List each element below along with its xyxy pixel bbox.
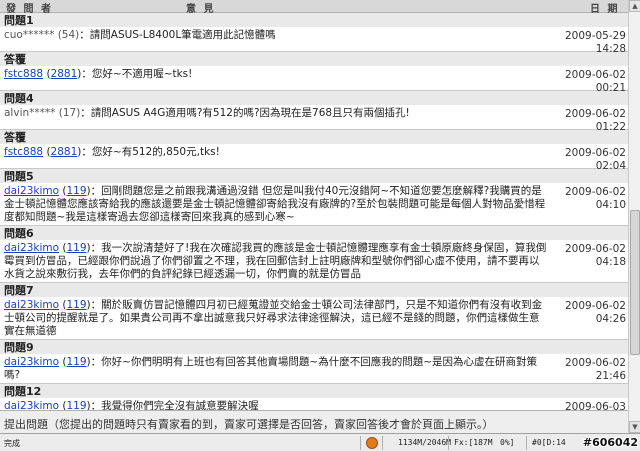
entry-heading: 問題5 [0, 169, 628, 183]
entry-rating-count: (54) [57, 29, 80, 41]
table-header: 發 問 者 意 見 日 期 [0, 0, 628, 15]
entry-heading: 答覆 [0, 52, 628, 66]
entry-body: dai23kimo (119)：回剛問題您是之前跟我溝通過沒錯 但您是叫我付40… [0, 183, 628, 225]
entry-user[interactable]: fstc888 [4, 68, 43, 80]
entry-time: 04:10 [595, 199, 626, 211]
ask-question-bar[interactable]: 提出問題（您提出的問題時只有賣家看的到，賣家可選擇是否回答，賣家回答後才會於頁面… [0, 410, 628, 433]
entry-date: 2009-06-02 [564, 357, 626, 369]
entry-time: 04:18 [595, 256, 626, 268]
entry-datetime: 2009-06-02 21:46 [565, 357, 626, 383]
entry-rating-count[interactable]: 119 [66, 356, 86, 368]
entry-text-wrap: dai23kimo (119)：關於販賣仿冒記憶體四月初已經蒐證並交給金士頓公司… [4, 299, 543, 337]
vertical-scrollbar[interactable]: ▲ ▼ [628, 0, 640, 433]
entry-rating-count[interactable]: 119 [66, 299, 86, 311]
entry-time: 21:46 [595, 370, 626, 382]
entry-user[interactable]: dai23kimo [4, 356, 59, 368]
ask-question-text[interactable]: 提出問題（您提出的問題時只有賣家看的到，賣家可選擇是否回答，賣家回答後才會於頁面… [4, 418, 494, 431]
entry-text-wrap: fstc888 (2881)：您好~有512的,850元,tks! [4, 146, 220, 158]
qa-entry: 問題4 alvin***** (17)：請問ASUS A4G適用嗎?有512的嗎?… [0, 91, 628, 133]
scroll-thumb[interactable] [630, 210, 640, 355]
entry-heading: 答覆 [0, 130, 628, 144]
watermark-id: #606042 [582, 436, 638, 449]
entry-datetime: 2009-06-02 04:10 [565, 186, 626, 212]
entry-date: 2009-06-02 [564, 69, 626, 81]
entry-body: dai23kimo (119)：你好~你們明明有上班也有回答其他賣場問題~為什麼… [0, 354, 628, 383]
qa-entry: 問題6 dai23kimo (119)：我一次說清楚好了!我在次確認我買的應該是金… [0, 226, 628, 283]
entry-heading: 問題4 [0, 91, 628, 105]
entry-body: fstc888 (2881)：您好~有512的,850元,tks! 2009-06… [0, 144, 628, 172]
scroll-down-arrow-icon[interactable]: ▼ [629, 421, 640, 433]
qa-entry: 問題1 cuo****** (54)：請問ASUS-L8400L筆電適用此記憶體嗎… [0, 13, 628, 55]
entry-user: alvin***** [4, 107, 56, 119]
entry-text-wrap: dai23kimo (119)：回剛問題您是之前跟我溝通過沒錯 但您是叫我付40… [4, 185, 546, 223]
entry-body: alvin***** (17)：請問ASUS A4G適用嗎?有512的嗎?因為現… [0, 105, 628, 133]
scroll-up-arrow-icon[interactable]: ▲ [629, 0, 640, 12]
qa-page: 發 問 者 意 見 日 期 問題1 cuo****** (54)：請問ASUS-L… [0, 0, 628, 433]
entry-heading: 問題1 [0, 13, 628, 27]
entry-user[interactable]: dai23kimo [4, 242, 59, 254]
status-pct: 0%] [500, 438, 515, 447]
entry-user: cuo****** [4, 29, 55, 41]
entry-message: ：您好~有512的,850元,tks! [81, 146, 220, 158]
status-memory: 1134M/2046M [398, 438, 451, 447]
entry-date: 2009-05-29 [564, 30, 626, 42]
qa-list: 問題1 cuo****** (54)：請問ASUS-L8400L筆電適用此記憶體嗎… [0, 13, 628, 426]
entry-message: ：請問ASUS A4G適用嗎?有512的嗎?因為現在是768且只有兩個插孔! [80, 107, 410, 119]
entry-date: 2009-06-02 [564, 147, 626, 159]
status-bar: 完成 1134M/2046M Fx:[187M 0%] #0[D:14 #606… [0, 433, 640, 451]
entry-text-wrap: dai23kimo (119)：我一次說清楚好了!我在次確認我買的應該是金士頓記… [4, 242, 547, 280]
entry-datetime: 2009-06-02 04:26 [565, 300, 626, 326]
entry-rating-count[interactable]: 2881 [51, 68, 78, 80]
qa-entry: 問題5 dai23kimo (119)：回剛問題您是之前跟我溝通過沒錯 但您是叫我… [0, 169, 628, 226]
entry-text-wrap: fstc888 (2881)：您好~不適用喔~tks! [4, 68, 193, 80]
qa-entry: 答覆 fstc888 (2881)：您好~有512的,850元,tks! 2009-… [0, 130, 628, 172]
entry-text-wrap: dai23kimo (119)：你好~你們明明有上班也有回答其他賣場問題~為什麼… [4, 356, 538, 381]
entry-text-wrap: alvin***** (17)：請問ASUS A4G適用嗎?有512的嗎?因為現… [4, 107, 549, 120]
firefox-icon[interactable] [366, 437, 378, 449]
entry-message: ：請問ASUS-L8400L筆電適用此記憶體嗎 [79, 29, 276, 41]
entry-user[interactable]: fstc888 [4, 146, 43, 158]
status-fx: Fx:[187M [454, 438, 493, 447]
entry-heading: 問題7 [0, 283, 628, 297]
qa-entry: 問題7 dai23kimo (119)：關於販賣仿冒記憶體四月初已經蒐證並交給金士… [0, 283, 628, 340]
entry-rating-count[interactable]: 119 [66, 185, 86, 197]
entry-rating-count[interactable]: 119 [66, 242, 86, 254]
entry-time: 04:26 [595, 313, 626, 325]
entry-body: dai23kimo (119)：關於販賣仿冒記憶體四月初已經蒐證並交給金士頓公司… [0, 297, 628, 339]
entry-text-wrap: cuo****** (54)：請問ASUS-L8400L筆電適用此記憶體嗎 [4, 29, 549, 42]
entry-heading: 問題9 [0, 340, 628, 354]
entry-body: cuo****** (54)：請問ASUS-L8400L筆電適用此記憶體嗎 200… [0, 27, 628, 55]
entry-body: dai23kimo (119)：我一次說清楚好了!我在次確認我買的應該是金士頓記… [0, 240, 628, 282]
entry-heading: 問題6 [0, 226, 628, 240]
entry-date: 2009-06-02 [564, 300, 626, 312]
entry-date: 2009-06-02 [564, 243, 626, 255]
status-id: #0[D:14 [532, 438, 566, 447]
entry-body: fstc888 (2881)：您好~不適用喔~tks! 2009-06-02 00:… [0, 66, 628, 94]
entry-date: 2009-06-02 [564, 108, 626, 120]
entry-heading: 問題12 [0, 384, 628, 398]
entry-rating-count[interactable]: 2881 [51, 146, 78, 158]
status-done: 完成 [4, 439, 20, 448]
entry-rating-count: (17) [58, 107, 81, 119]
entry-user[interactable]: dai23kimo [4, 299, 59, 311]
qa-entry: 答覆 fstc888 (2881)：您好~不適用喔~tks! 2009-06-02 0… [0, 52, 628, 94]
entry-message: ：您好~不適用喔~tks! [81, 68, 193, 80]
entry-datetime: 2009-06-02 04:18 [565, 243, 626, 269]
qa-entry: 問題9 dai23kimo (119)：你好~你們明明有上班也有回答其他賣場問題~… [0, 340, 628, 384]
entry-user[interactable]: dai23kimo [4, 185, 59, 197]
entry-date: 2009-06-02 [564, 186, 626, 198]
